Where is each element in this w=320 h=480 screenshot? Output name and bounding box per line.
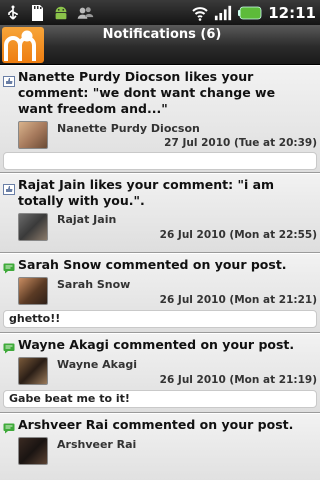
comment-icon — [3, 259, 15, 274]
contacts-icon — [76, 4, 94, 22]
avatar — [18, 121, 48, 149]
notification-item[interactable]: Rajat Jain likes your comment: "i am tot… — [0, 173, 320, 253]
signal-icon — [214, 4, 232, 22]
notification-timestamp: 26 Jul 2010 (Mon at 21:21) — [159, 294, 317, 306]
like-icon — [3, 180, 15, 195]
comment-box: ghetto!! — [3, 310, 317, 328]
notification-timestamp: 27 Jul 2010 (Tue at 20:39) — [164, 137, 317, 149]
avatar — [18, 277, 48, 305]
comment-box — [3, 152, 317, 170]
notification-item[interactable]: Arshveer Rai commented on your post. Ars… — [0, 413, 320, 480]
avatar — [18, 437, 48, 465]
notification-actor: Nanette Purdy Diocson — [57, 122, 200, 135]
notification-headline: Arshveer Rai commented on your post. — [18, 417, 294, 432]
notification-timestamp: 26 Jul 2010 (Mon at 22:55) — [159, 229, 317, 241]
notification-headline: Wayne Akagi commented on your post. — [18, 337, 295, 352]
title-bar: Notifications (6) — [0, 25, 320, 65]
status-bar: 12:11 — [0, 0, 320, 25]
notification-item[interactable]: Nanette Purdy Diocson likes your comment… — [0, 65, 320, 173]
comment-box: Gabe beat me to it! — [3, 390, 317, 408]
page-title: Notifications (6) — [102, 27, 222, 42]
notification-timestamp: 26 Jul 2010 (Mon at 21:19) — [159, 374, 317, 386]
battery-icon — [237, 4, 263, 22]
like-icon — [3, 72, 15, 87]
avatar — [18, 357, 48, 385]
wifi-icon — [191, 4, 209, 22]
usb-icon — [4, 4, 22, 22]
notification-headline: Rajat Jain likes your comment: "i am tot… — [18, 177, 275, 208]
status-clock: 12:11 — [268, 3, 316, 22]
notification-item[interactable]: Sarah Snow commented on your post. Sarah… — [0, 253, 320, 333]
notification-headline: Sarah Snow commented on your post. — [18, 257, 287, 272]
comment-icon — [3, 339, 15, 354]
sd-card-icon — [28, 4, 46, 22]
avatar — [18, 213, 48, 241]
notification-actor: Arshveer Rai — [57, 438, 137, 451]
notification-headline: Nanette Purdy Diocson likes your comment… — [18, 69, 276, 116]
android-icon — [52, 4, 70, 22]
notification-actor: Sarah Snow — [57, 278, 131, 291]
comment-icon — [3, 419, 15, 434]
notification-item[interactable]: Wayne Akagi commented on your post. Wayn… — [0, 333, 320, 413]
notifications-list[interactable]: Nanette Purdy Diocson likes your comment… — [0, 65, 320, 480]
notification-actor: Rajat Jain — [57, 213, 117, 226]
notification-actor: Wayne Akagi — [57, 358, 138, 371]
